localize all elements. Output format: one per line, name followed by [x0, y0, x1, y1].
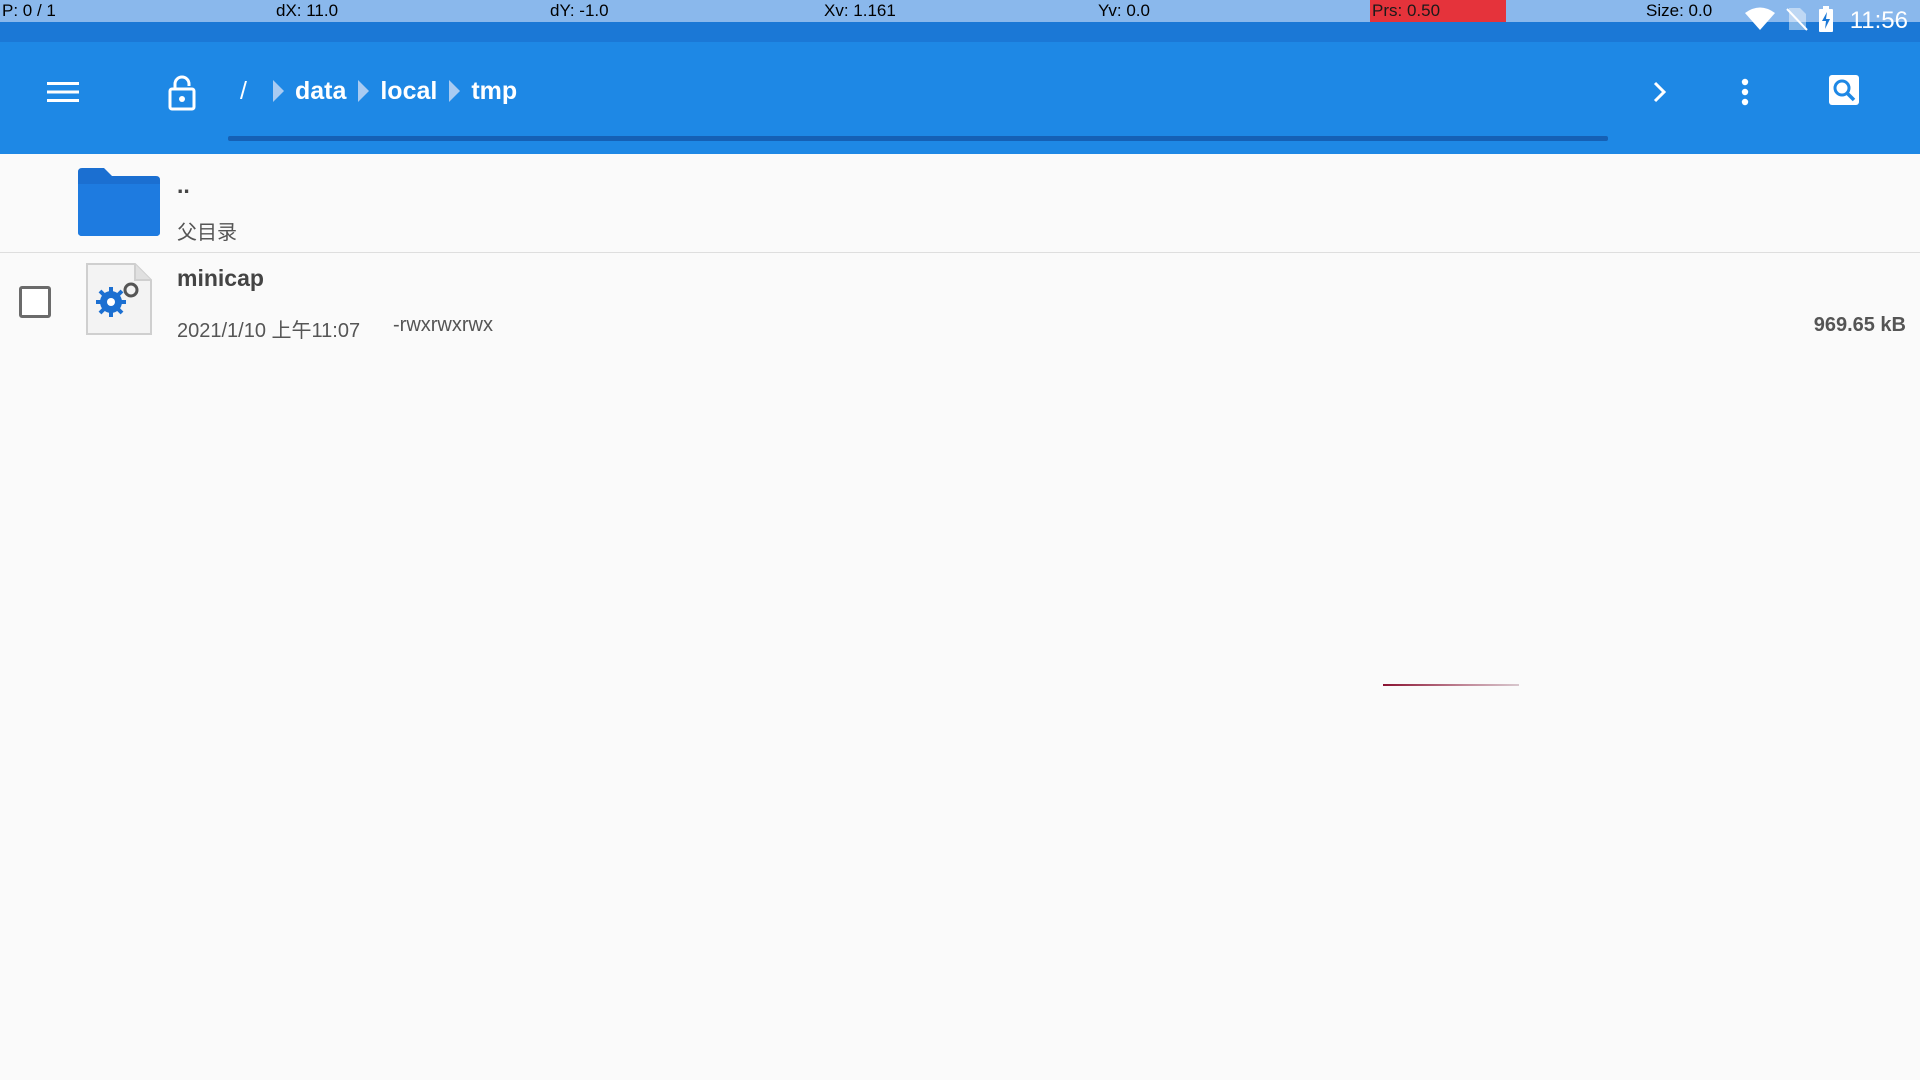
file-permissions: -rwxrwxrwx — [393, 314, 493, 336]
file-size: 969.65 kB — [1813, 314, 1906, 336]
file-list: .. 父目录 minicap 2021/1/10 上午11:07 -rwxrwx… — [0, 154, 1920, 353]
pointer-xv: Xv: 1.161 — [824, 1, 896, 20]
breadcrumb-root[interactable]: / — [240, 77, 247, 106]
list-item-minicap[interactable]: minicap 2021/1/10 上午11:07 -rwxrwxrwx 969… — [0, 253, 1920, 353]
file-name: minicap — [177, 265, 264, 291]
hamburger-menu-icon[interactable] — [40, 74, 86, 110]
toolbar: / data local tmp — [0, 42, 1920, 154]
folder-icon — [74, 166, 164, 243]
file-date: 2021/1/10 上午11:07 — [177, 320, 361, 342]
breadcrumb-tmp[interactable]: tmp — [471, 77, 517, 106]
pointer-pressure: Prs: 0.50 — [1370, 0, 1506, 22]
pointer-count: P: 0 / 1 — [2, 1, 56, 20]
breadcrumb-local[interactable]: local — [380, 77, 437, 106]
pointer-location-overlay: P: 0 / 1 dX: 11.0 dY: -1.0 Xv: 1.161 Yv:… — [0, 0, 1920, 22]
status-clock: 11:56 — [1849, 7, 1908, 34]
file-name: .. — [177, 172, 190, 198]
file-subtitle: 父目录 — [177, 222, 237, 244]
list-item-parent-directory[interactable]: .. 父目录 — [0, 154, 1920, 253]
status-bar — [0, 22, 1920, 42]
path-scroll-indicator — [228, 136, 1608, 141]
breadcrumb-separator-icon — [358, 80, 370, 102]
more-vert-icon[interactable] — [1725, 70, 1765, 114]
wifi-icon — [1744, 6, 1776, 37]
no-sim-icon — [1785, 6, 1808, 37]
chevron-right-icon[interactable] — [1640, 72, 1680, 112]
breadcrumb-separator-icon — [449, 80, 461, 102]
unlock-icon[interactable] — [160, 72, 204, 114]
pointer-yv: Yv: 0.0 — [1098, 1, 1150, 20]
executable-file-icon — [85, 262, 153, 341]
select-checkbox[interactable] — [19, 286, 51, 318]
pointer-dx: dX: 11.0 — [276, 1, 339, 20]
pointer-dy: dY: -1.0 — [550, 1, 609, 20]
pointer-trace — [1383, 684, 1519, 686]
battery-charging-icon — [1818, 5, 1834, 37]
pointer-size: Size: 0.0 — [1646, 1, 1713, 20]
search-icon[interactable] — [1824, 70, 1864, 110]
status-icons: 11:56 — [1744, 5, 1908, 37]
breadcrumb-data[interactable]: data — [295, 77, 346, 106]
breadcrumb-separator-icon — [272, 80, 284, 102]
breadcrumb: / data local tmp — [240, 76, 517, 106]
